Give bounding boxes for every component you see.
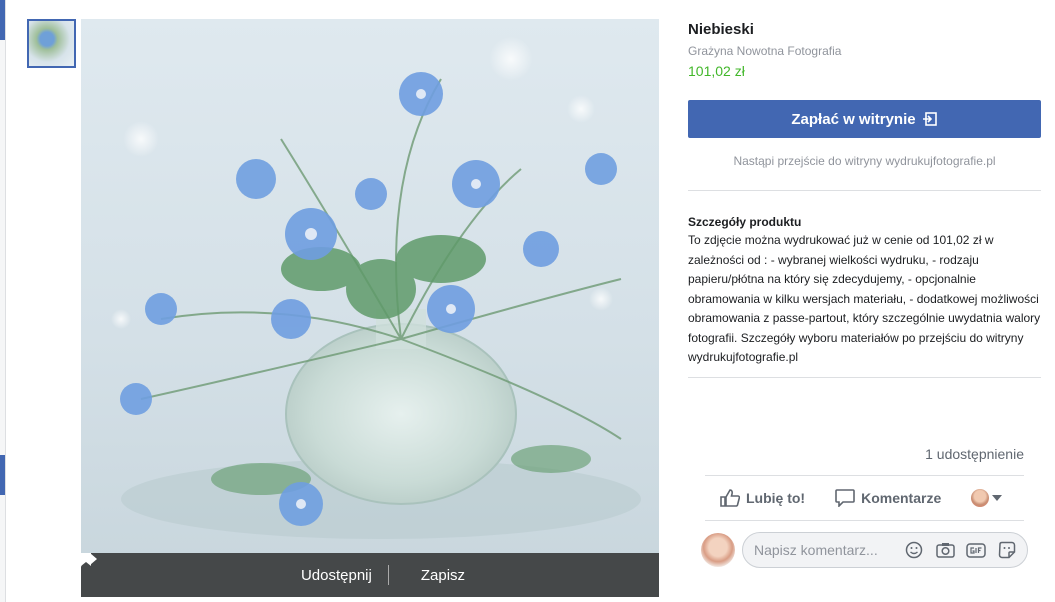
comment-label: Komentarze [861, 490, 942, 506]
user-avatar [701, 533, 735, 567]
save-label: Zapisz [420, 566, 466, 584]
comment-input[interactable]: Napisz komentarz... [742, 532, 1028, 568]
photo-thumbnail[interactable] [27, 19, 76, 68]
bookmark-icon [81, 553, 415, 585]
product-price: 101,02 zł [688, 63, 745, 79]
comment-composer: Napisz komentarz... [701, 531, 1028, 569]
pay-button-label: Zapłać w witrynie [791, 110, 916, 128]
background-blue-block [0, 455, 5, 495]
share-label: Udostępnij [300, 566, 372, 584]
like-label: Lubię to! [746, 490, 806, 506]
pay-on-website-button[interactable]: Zapłać w witrynie [688, 100, 1041, 138]
background-header-strip [0, 0, 5, 40]
section-divider [688, 190, 1041, 191]
product-photo: Udostępnij Zapisz [81, 19, 659, 597]
comment-placeholder: Napisz komentarz... [754, 542, 878, 558]
like-button[interactable]: Lubię to! [720, 488, 805, 508]
thumbs-up-icon [720, 488, 740, 508]
flower-vase-image [111, 37, 641, 539]
share-count[interactable]: 1 udostępnienie [688, 446, 1024, 462]
details-text: To zdjęcie można wydrukować już w cenie … [688, 233, 1041, 364]
redirect-note: Nastąpi przejście do witryny wydrukujfot… [733, 154, 996, 168]
save-button[interactable]: Zapisz [81, 553, 481, 585]
user-avatar-small [971, 489, 990, 507]
product-title: Niebieski [688, 21, 754, 38]
background-page-edge [0, 0, 6, 602]
chevron-down-icon [992, 495, 1003, 501]
comment-bubble-icon [835, 488, 855, 508]
share-button[interactable]: Udostępnij [81, 553, 388, 585]
comment-button[interactable]: Komentarze [835, 488, 941, 508]
share-arrow-icon [81, 553, 295, 585]
gif-icon[interactable] [966, 540, 986, 560]
post-as-selector[interactable] [971, 489, 1003, 507]
sticker-icon[interactable] [997, 540, 1017, 560]
emoji-icon[interactable] [904, 540, 924, 560]
camera-icon[interactable] [935, 540, 955, 560]
photo-action-bar: Udostępnij Zapisz [81, 553, 659, 597]
external-exit-icon [922, 111, 938, 127]
seller-name[interactable]: Grażyna Nowotna Fotografia [688, 44, 1041, 58]
details-heading: Szczegóły produktu [688, 215, 802, 229]
product-info-panel: Niebieski Grażyna Nowotna Fotografia 101… [688, 19, 1041, 378]
section-divider [688, 376, 1041, 378]
reaction-bar: Lubię to! Komentarze [705, 475, 1024, 521]
